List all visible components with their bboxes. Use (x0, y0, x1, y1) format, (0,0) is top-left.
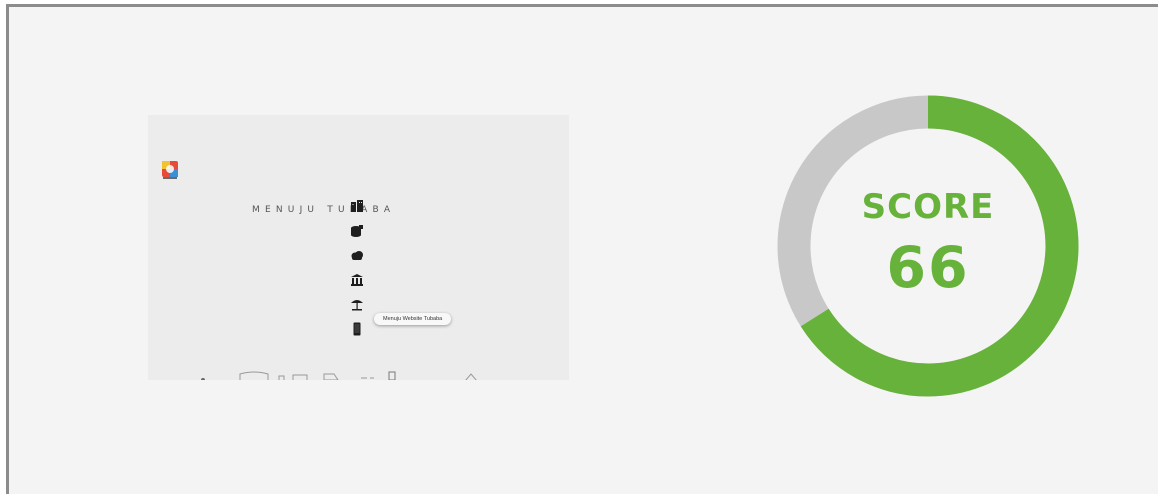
bank-icon[interactable] (350, 273, 364, 287)
smartphone-icon[interactable] (350, 322, 364, 336)
app-logo-icon (162, 161, 178, 179)
score-label: SCORE (861, 187, 995, 227)
site-headline: MENUJU TUBABA (252, 205, 396, 215)
report-frame: MENUJU TUBABA Menuju Website Tubaba SCOR… (6, 4, 1158, 494)
website-screenshot-preview[interactable]: MENUJU TUBABA Menuju Website Tubaba (148, 115, 569, 380)
score-gauge: SCORE 66 (777, 95, 1079, 397)
tooltip: Menuju Website Tubaba (374, 313, 452, 325)
cloud-icon[interactable] (350, 248, 364, 262)
menu-icon-stack (350, 199, 368, 346)
score-value: 66 (886, 235, 970, 301)
footer-icon-strip (201, 371, 477, 380)
database-icon[interactable] (350, 224, 364, 238)
building-icon[interactable] (350, 199, 364, 213)
beach-icon[interactable] (350, 297, 364, 311)
